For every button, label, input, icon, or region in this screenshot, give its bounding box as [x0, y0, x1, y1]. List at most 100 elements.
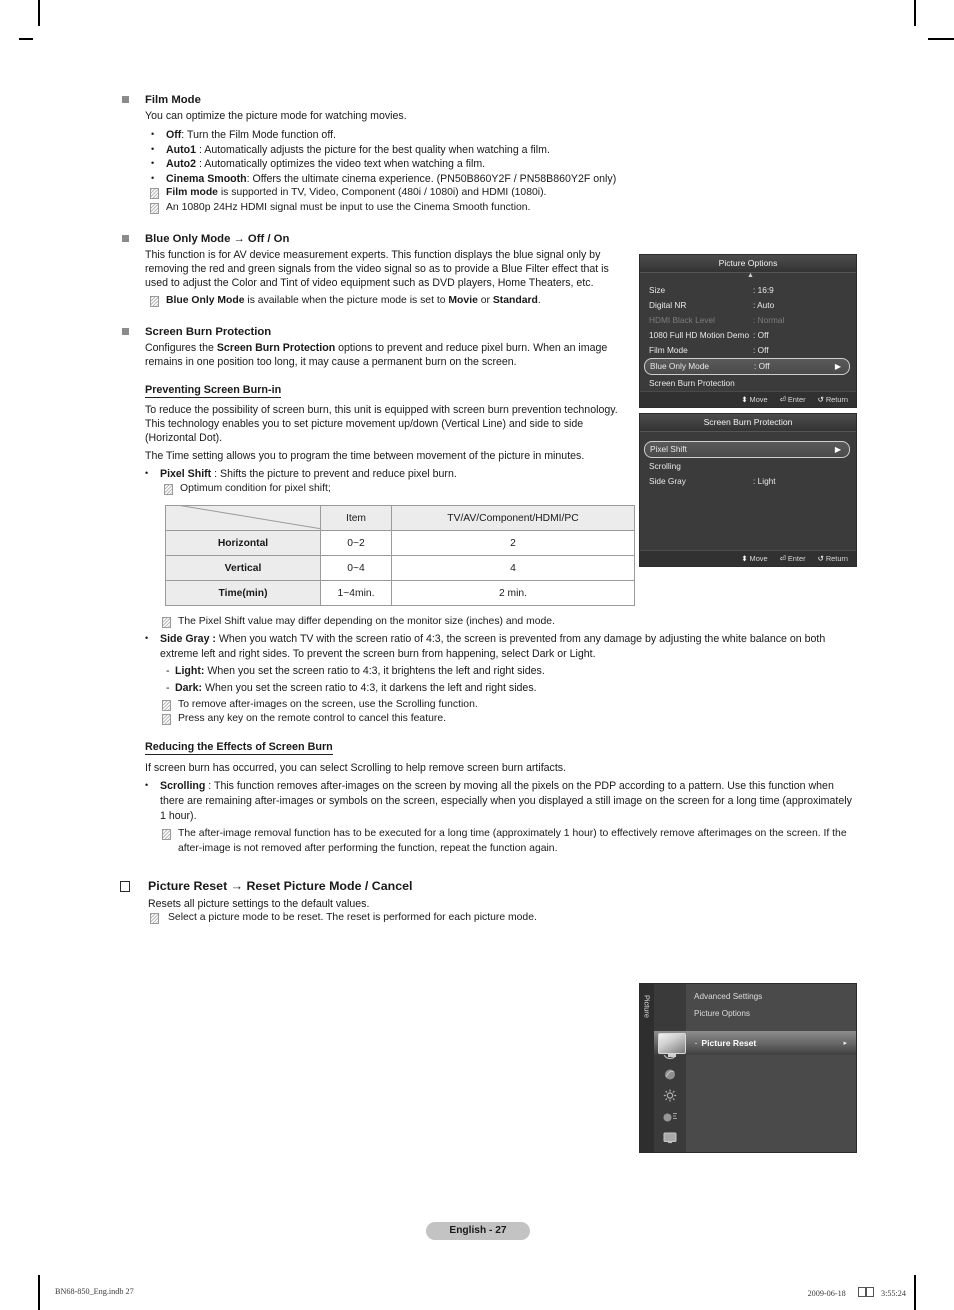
diagonal-rule — [166, 506, 320, 530]
bullet-term: Side Gray : — [160, 633, 216, 646]
osd-item-value: : Normal — [753, 315, 785, 325]
osd-item-film-mode[interactable]: Film Mode : Off — [640, 343, 856, 358]
osd-item-screen-burn-protection[interactable]: Screen Burn Protection — [640, 376, 856, 391]
table-header-mode: TV/AV/Component/HDMI/PC — [391, 505, 635, 532]
osd-footer-move: ⬍ Move — [741, 395, 768, 404]
crop-mark-top-left-horizontal — [19, 38, 33, 40]
page-number-badge: English - 27 — [426, 1222, 530, 1240]
bullet-rest: When you watch TV with the screen ratio … — [160, 633, 826, 660]
osd-footer-move: ⬍ Move — [741, 554, 768, 563]
osd-footer-enter: ⏎ Enter — [779, 554, 806, 563]
pixel-shift-table: Item TV/AV/Component/HDMI/PC Horizontal … — [165, 505, 635, 607]
picture-reset-body: Resets all picture settings to the defau… — [148, 897, 370, 910]
film-mode-bullet-auto2: Auto2 : Automatically optimizes the vide… — [118, 156, 858, 172]
osd-item-size[interactable]: Size : 16:9 — [640, 283, 856, 298]
section-screen-burn-protection: Screen Burn Protection Configures the Sc… — [118, 324, 623, 369]
osd-item-blue-only-mode[interactable]: Blue Only Mode : Off ▶ — [644, 358, 850, 375]
preventing-paragraph-2: The Time setting allows you to program t… — [145, 450, 585, 463]
osd-item-digital-nr[interactable]: Digital NR : Auto — [640, 298, 856, 313]
note-rest: Press any key on the remote control to c… — [178, 713, 446, 725]
subsection-side-gray: The Pixel Shift value may differ dependi… — [118, 615, 858, 726]
film-mode-bullet-off: Off: Turn the Film Mode function off. — [118, 127, 858, 143]
screen-burn-body: Configures the Screen Burn Protection op… — [118, 341, 623, 369]
osd-icon-column: ? — [654, 984, 686, 1152]
bullet-dot-icon: · — [695, 1041, 698, 1048]
support-help-icon[interactable]: ? — [661, 1151, 679, 1152]
section-blue-only-mode: Blue Only Mode → Off / On This function … — [118, 231, 623, 309]
osd-item-picture-options[interactable]: Picture Options — [686, 1005, 856, 1022]
picture-reset-heading: Picture Reset → Reset Picture Mode / Can… — [118, 878, 623, 895]
blue-only-mode-note: Blue Only Mode is available when the pic… — [118, 294, 623, 308]
osd-footer-return: ↺ Return — [817, 395, 848, 404]
osd-category-label: Picture — [642, 994, 652, 1018]
note-bold-standard: Standard — [492, 295, 538, 307]
bullet-rest: : Offers the ultimate cinema experience.… — [246, 172, 617, 185]
osd-item-label: Side Gray — [649, 476, 686, 486]
osd-body: Pixel Shift ▶ Scrolling Side Gray : Ligh… — [640, 432, 856, 489]
bullet-term: Cinema Smooth — [166, 172, 247, 185]
settings-gear-icon[interactable] — [661, 1088, 679, 1103]
note-or: or — [477, 295, 493, 307]
osd-title: Screen Burn Protection — [640, 414, 856, 432]
table-header-item: Item — [320, 505, 392, 532]
note-term: Film mode — [166, 187, 218, 199]
osd-menu-list: Advanced Settings Picture Options — [686, 984, 856, 1022]
osd-item-picture-reset[interactable]: · Picture Reset ▸ — [654, 1031, 856, 1057]
bullet-pixel-shift: Pixel Shift : Shifts the picture to prev… — [118, 466, 633, 482]
bullet-rest: : Automatically adjusts the picture for … — [196, 143, 550, 156]
note-rest: The after-image removal function has to … — [178, 828, 847, 854]
bullet-term: Auto1 — [166, 143, 197, 156]
network-setup-icon[interactable] — [661, 1109, 679, 1124]
film-mode-heading: Film Mode — [118, 92, 858, 108]
bullet-rest: : Shifts the picture to prevent and redu… — [211, 468, 457, 481]
note-term: Blue Only Mode — [166, 295, 245, 307]
bullet-rest: : This function removes after-images on … — [160, 780, 852, 822]
cell-vertical-mode: 4 — [391, 555, 635, 582]
table-corner-cell — [165, 505, 321, 532]
return-arrow-icon: ↺ — [817, 395, 824, 404]
film-mode-intro: You can optimize the picture mode for wa… — [145, 110, 407, 122]
sound-icon[interactable] — [661, 1067, 679, 1082]
cell-horizontal-mode: 2 — [391, 530, 635, 557]
osd-item-advanced-settings[interactable]: Advanced Settings — [686, 988, 856, 1005]
chevron-right-icon: ▸ — [843, 1040, 847, 1047]
note-pixel-shift-value: The Pixel Shift value may differ dependi… — [118, 615, 858, 629]
osd-footer-enter: ⏎ Enter — [779, 395, 806, 404]
enter-key-icon: ⏎ — [779, 395, 786, 404]
note-after-image-removal: The after-image removal function has to … — [118, 827, 858, 856]
osd-title: Picture Options — [640, 255, 856, 273]
osd-picture-options[interactable]: Picture Options ▲ Size : 16:9 Digital NR… — [639, 254, 857, 408]
note-mid: is available when the picture mode is se… — [244, 295, 449, 307]
missing-glyph-box-1 — [857, 1287, 866, 1297]
enter-key-icon: ⏎ — [779, 554, 786, 563]
osd-item-hdmi-black-level: HDMI Black Level : Normal — [640, 313, 856, 328]
osd-item-side-gray[interactable]: Side Gray : Light — [640, 474, 856, 489]
return-arrow-icon: ↺ — [817, 554, 824, 563]
osd-item-motion-demo[interactable]: 1080 Full HD Motion Demo : Off — [640, 328, 856, 343]
crop-mark-top-left-vertical — [38, 0, 40, 26]
osd-item-label: 1080 Full HD Motion Demo — [649, 330, 750, 340]
osd-item-label: Film Mode — [649, 345, 688, 355]
osd-item-value: : 16:9 — [753, 285, 774, 295]
osd-item-scrolling[interactable]: Scrolling — [640, 459, 856, 474]
osd-footer: ⬍ Move ⏎ Enter ↺ Return — [640, 391, 856, 407]
osd-footer: ⬍ Move ⏎ Enter ↺ Return — [640, 550, 856, 566]
osd-item-pixel-shift[interactable]: Pixel Shift ▶ — [644, 441, 850, 458]
dash-light: Light: When you set the screen ratio to … — [118, 664, 858, 679]
footer-timestamp: 2009-06-18 3:55:24 — [808, 1287, 906, 1298]
note-optimum-condition: Optimum condition for pixel shift; — [118, 482, 633, 496]
bullet-rest: : Automatically optimizes the video text… — [196, 158, 486, 171]
osd-screen-burn-protection[interactable]: Screen Burn Protection Pixel Shift ▶ Scr… — [639, 413, 857, 567]
body-pre: Configures the — [145, 341, 217, 354]
film-mode-note-2: An 1080p 24Hz HDMI signal must be input … — [118, 201, 858, 215]
bullet-scrolling: Scrolling : This function removes after-… — [118, 778, 858, 823]
preventing-subheading: Preventing Screen Burn-in — [145, 383, 282, 398]
cell-time-item: 1~4min. — [320, 580, 392, 607]
row-label-vertical: Vertical — [165, 555, 321, 582]
osd-item-value: : Off — [753, 330, 769, 340]
osd-picture-reset[interactable]: Picture ? Advanced Settings — [639, 983, 857, 1153]
bullet-rest: : Turn the Film Mode function off. — [181, 129, 336, 142]
application-monitor-icon[interactable] — [661, 1130, 679, 1145]
updown-arrow-icon: ⬍ — [741, 554, 748, 563]
section-film-mode: Film Mode You can optimize the picture m… — [118, 92, 858, 215]
